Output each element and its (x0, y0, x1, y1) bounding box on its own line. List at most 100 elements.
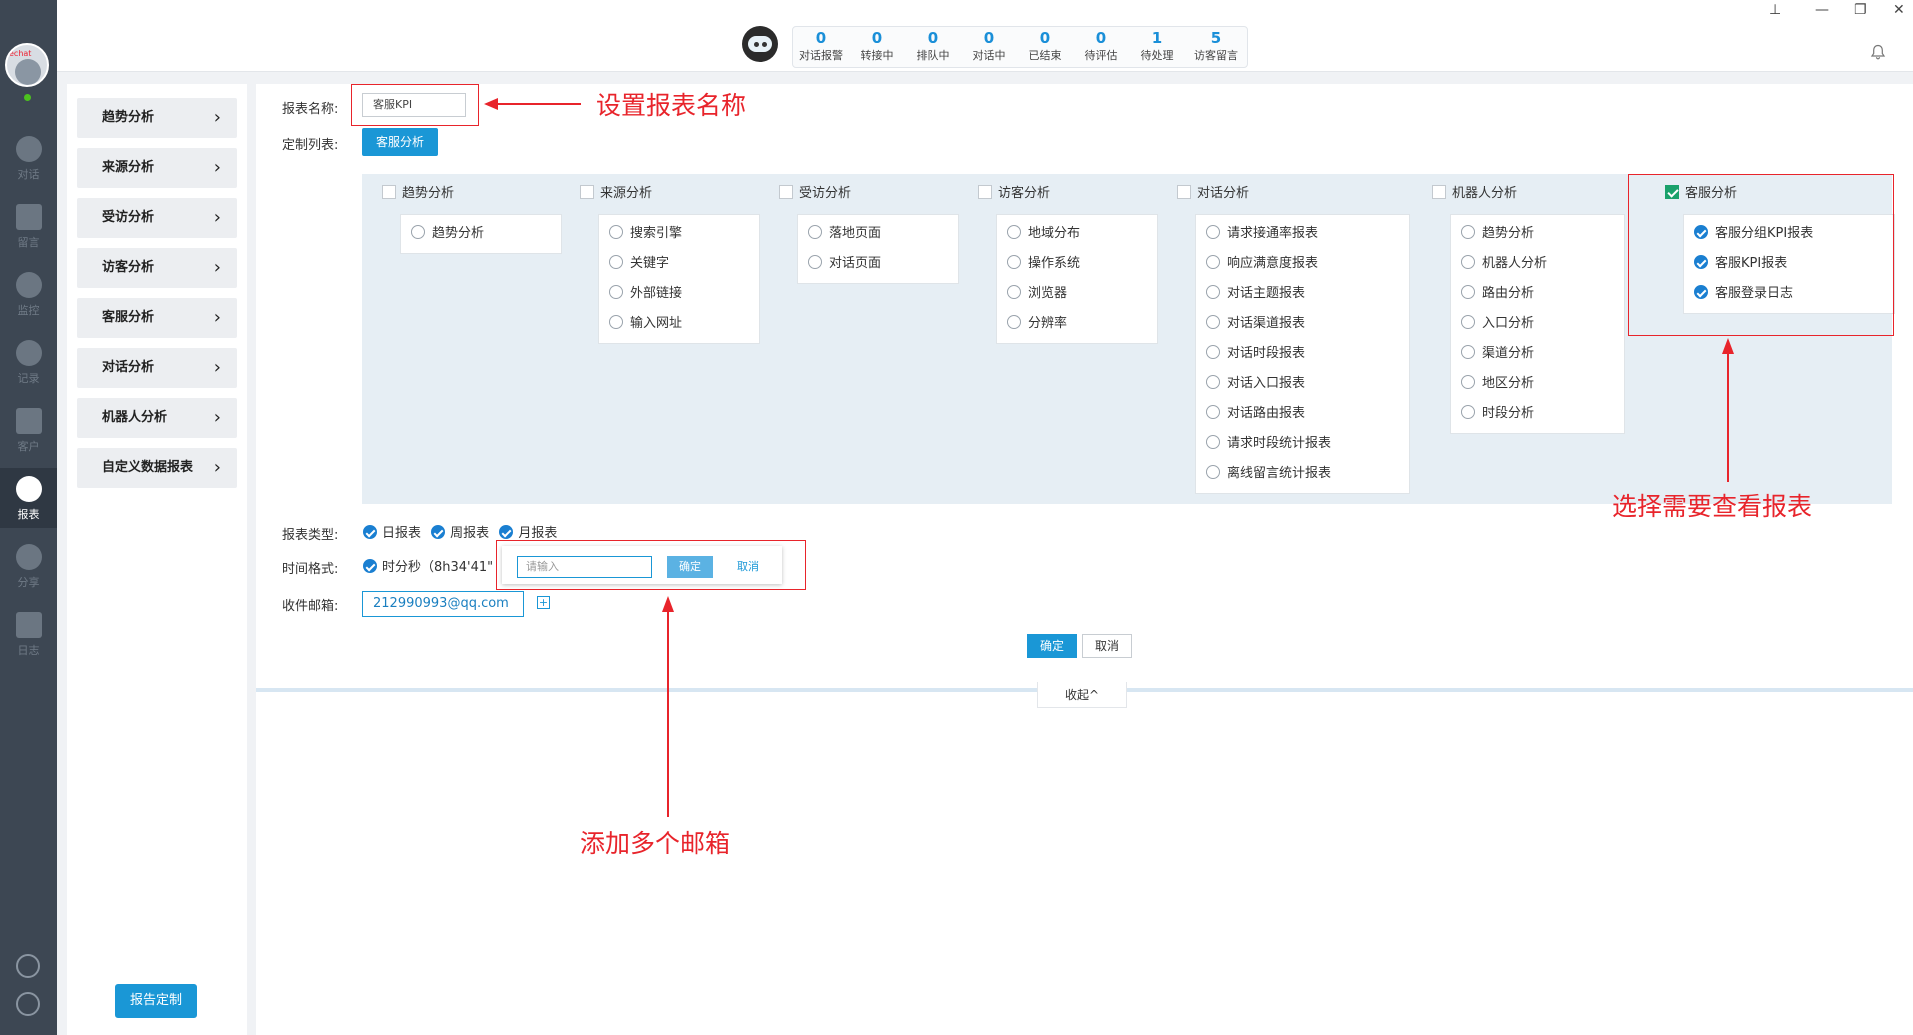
option-item[interactable]: 响应满意度报表 (1196, 249, 1409, 279)
option-item[interactable]: 路由分析 (1451, 279, 1624, 309)
bell-icon[interactable] (1870, 44, 1886, 60)
option-item[interactable]: 外部链接 (599, 279, 759, 309)
option-item[interactable]: 离线留言统计报表 (1196, 459, 1409, 489)
power-icon[interactable] (16, 992, 40, 1016)
option-item[interactable]: 操作系统 (997, 249, 1157, 279)
user-avatar[interactable]: echat (5, 43, 49, 87)
option-item[interactable]: 渠道分析 (1451, 339, 1624, 369)
confirm-button[interactable]: 确定 (1027, 634, 1077, 658)
close-icon[interactable]: ✕ (1893, 2, 1905, 18)
stat-ended[interactable]: 0 已结束 (1017, 27, 1073, 67)
option-item[interactable]: 对话页面 (798, 249, 958, 279)
check-icon (431, 525, 446, 539)
stat-alarm[interactable]: 0 对话报警 (793, 27, 849, 67)
option-item[interactable]: 请求接通率报表 (1196, 219, 1409, 249)
option-item[interactable]: 浏览器 (997, 279, 1157, 309)
stat-to-evaluate[interactable]: 0 待评估 (1073, 27, 1129, 67)
settings-gear-icon[interactable] (16, 954, 40, 978)
group-checkbox[interactable] (779, 185, 793, 199)
radio-icon (1206, 405, 1220, 419)
menu-item-robot[interactable]: 机器人分析 › (77, 398, 237, 438)
group-checkbox[interactable] (382, 185, 396, 199)
radio-icon (1461, 345, 1475, 359)
rail-item-records[interactable]: 记录 (0, 332, 57, 392)
stat-count: 0 (1095, 29, 1107, 47)
radio-icon (1206, 255, 1220, 269)
rail-item-monitor[interactable]: 监控 (0, 264, 57, 324)
tab-agent-analysis[interactable]: 客服分析 (362, 128, 438, 156)
custom-list-label: 定制列表: (282, 138, 339, 153)
email-input[interactable]: 212990993@qq.com (362, 591, 524, 617)
option-label: 趋势分析 (1482, 226, 1535, 241)
restore-icon[interactable]: ❐ (1854, 2, 1867, 18)
option-item[interactable]: 机器人分析 (1451, 249, 1624, 279)
option-item[interactable]: 时段分析 (1451, 399, 1624, 429)
menu-item-visitor[interactable]: 访客分析 › (77, 248, 237, 288)
option-label: 对话时段报表 (1227, 346, 1306, 361)
stat-transferring[interactable]: 0 转接中 (849, 27, 905, 67)
stat-pending[interactable]: 1 待处理 (1129, 27, 1185, 67)
option-item[interactable]: 入口分析 (1451, 309, 1624, 339)
option-item[interactable]: 对话时段报表 (1196, 339, 1409, 369)
collapse-button[interactable]: 收起^ (1037, 682, 1127, 708)
menu-item-custom-data[interactable]: 自定义数据报表 › (77, 448, 237, 488)
radio-icon (609, 255, 623, 269)
option-item[interactable]: 关键字 (599, 249, 759, 279)
group-checkbox[interactable] (1432, 185, 1446, 199)
stat-label: 对话中 (972, 49, 1006, 62)
radio-icon (1461, 405, 1475, 419)
group-checkbox[interactable] (1177, 185, 1191, 199)
cancel-button[interactable]: 取消 (1082, 634, 1132, 658)
time-format-option[interactable]: 时分秒（8h34'41" (363, 556, 493, 575)
stat-visitor-messages[interactable]: 5 访客留言 (1185, 27, 1247, 67)
rail-item-logs[interactable]: 日志 (0, 604, 57, 664)
option-item[interactable]: 对话入口报表 (1196, 369, 1409, 399)
option-item[interactable]: 对话主题报表 (1196, 279, 1409, 309)
option-item[interactable]: 落地页面 (798, 219, 958, 249)
type-monthly[interactable]: 月报表 (499, 525, 557, 541)
option-item[interactable]: 地域分布 (997, 219, 1157, 249)
annotation-add-emails: 添加多个邮箱 (580, 829, 731, 858)
option-item[interactable]: 输入网址 (599, 309, 759, 339)
menu-item-dialog[interactable]: 对话分析 › (77, 348, 237, 388)
group-checkbox[interactable] (580, 185, 594, 199)
option-item[interactable]: 地区分析 (1451, 369, 1624, 399)
rail-item-chat[interactable]: 对话 (0, 128, 57, 188)
report-custom-button[interactable]: 报告定制 (115, 984, 197, 1018)
pin-icon[interactable]: ⊥ (1769, 2, 1781, 18)
option-label: 趋势分析 (432, 226, 485, 241)
option-item[interactable]: 趋势分析 (1451, 219, 1624, 249)
option-item[interactable]: 分辨率 (997, 309, 1157, 339)
type-weekly[interactable]: 周报表 (431, 525, 489, 541)
main-content: 报表名称: 客服KPI 设置报表名称 定制列表: 客服分析 趋势分析 趋势分析 … (256, 84, 1913, 1035)
option-label: 渠道分析 (1482, 346, 1535, 361)
option-item[interactable]: 搜索引擎 (599, 219, 759, 249)
option-label: 时段分析 (1482, 406, 1535, 421)
rail-item-share[interactable]: 分享 (0, 536, 57, 596)
stat-chatting[interactable]: 0 对话中 (961, 27, 1017, 67)
add-email-plus-icon[interactable]: + (537, 596, 550, 609)
menu-item-label: 受访分析 (102, 210, 155, 225)
minimize-icon[interactable]: — (1815, 2, 1829, 18)
menu-item-visited[interactable]: 受访分析 › (77, 198, 237, 238)
rail-item-message[interactable]: 留言 (0, 196, 57, 256)
option-item[interactable]: 对话渠道报表 (1196, 309, 1409, 339)
option-label: 入口分析 (1482, 316, 1535, 331)
option-label: 请求时段统计报表 (1227, 436, 1332, 451)
stat-queueing[interactable]: 0 排队中 (905, 27, 961, 67)
group-checkbox[interactable] (978, 185, 992, 199)
group-dialog: 对话分析 请求接通率报表 响应满意度报表 对话主题报表 对话渠道报表 对话时段报… (1177, 174, 1410, 494)
menu-item-trend[interactable]: 趋势分析 › (77, 98, 237, 138)
menu-item-source[interactable]: 来源分析 › (77, 148, 237, 188)
option-item[interactable]: 请求时段统计报表 (1196, 429, 1409, 459)
option-item[interactable]: 对话路由报表 (1196, 399, 1409, 429)
rail-item-customers[interactable]: 客户 (0, 400, 57, 460)
clipboard-icon (15, 612, 42, 638)
type-daily[interactable]: 日报表 (363, 525, 421, 541)
menu-item-label: 对话分析 (102, 360, 155, 375)
menu-item-agent[interactable]: 客服分析 › (77, 298, 237, 338)
group-title: 对话分析 (1197, 186, 1250, 201)
rail-item-reports[interactable]: 报表 (0, 468, 57, 528)
option-item[interactable]: 趋势分析 (401, 219, 561, 249)
option-label: 外部链接 (630, 286, 683, 301)
